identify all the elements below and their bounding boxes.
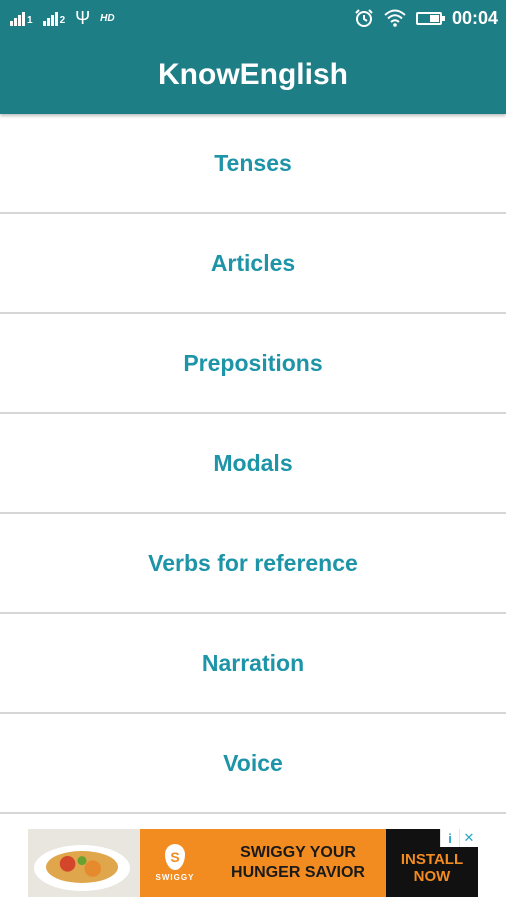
ad-info-icon[interactable]: i — [440, 829, 459, 847]
sim2-label: 2 — [59, 15, 66, 26]
menu-item-modals[interactable]: Modals — [0, 414, 506, 514]
battery-icon — [415, 11, 445, 25]
swiggy-logo: S SWIGGY — [140, 844, 210, 882]
app-title: KnowEnglish — [158, 58, 348, 91]
cta-line1: INSTALL — [400, 851, 464, 868]
status-right: 00:04 — [354, 8, 498, 29]
menu-item-tenses[interactable]: Tenses — [0, 114, 506, 214]
sim1-label: 1 — [27, 15, 33, 26]
menu-item-label: Narration — [201, 649, 305, 676]
ad-tagline: SWIGGY YOUR HUNGER SAVIOR — [210, 843, 386, 883]
hd-label: HD — [100, 12, 115, 24]
wifi-icon — [384, 9, 406, 27]
ad-tagline-line1: SWIGGY YOUR — [240, 844, 356, 861]
status-bar: 1 2 Ψ HD 00:04 — [0, 0, 506, 36]
ad-brand: SWIGGY — [155, 873, 195, 882]
app-bar: KnowEnglish — [0, 36, 506, 114]
menu-item-label: Tenses — [214, 149, 292, 176]
ad-close-icon[interactable]: ✕ — [459, 829, 478, 847]
menu-item-label: Verbs for reference — [148, 549, 358, 576]
menu-item-articles[interactable]: Articles — [0, 214, 506, 314]
menu-item-narration[interactable]: Narration — [0, 614, 506, 714]
swiggy-pin-icon: S — [165, 844, 185, 870]
signal-icon-sim2: 2 — [42, 10, 66, 26]
ad-food-image — [28, 829, 140, 897]
status-left: 1 2 Ψ HD — [10, 9, 115, 27]
menu-item-verbs-for-reference[interactable]: Verbs for reference — [0, 514, 506, 614]
alarm-icon — [355, 9, 373, 27]
menu-item-label: Modals — [213, 449, 293, 476]
install-now-button[interactable]: INSTALL NOW — [401, 851, 463, 885]
ad-tagline-line2: HUNGER SAVIOR — [231, 864, 365, 881]
menu-item-voice[interactable]: Voice — [0, 714, 506, 814]
menu-item-label: Prepositions — [183, 349, 323, 376]
ad-banner[interactable]: S SWIGGY SWIGGY YOUR HUNGER SAVIOR INSTA… — [28, 829, 478, 897]
ad-cta[interactable]: INSTALL NOW i ✕ — [386, 829, 478, 897]
menu-item-label: Articles — [210, 249, 296, 276]
status-time: 00:04 — [451, 7, 498, 28]
topic-menu: Tenses Articles Prepositions Modals Verb… — [0, 114, 506, 814]
ad-controls: i ✕ — [440, 829, 478, 847]
ad-middle: S SWIGGY SWIGGY YOUR HUNGER SAVIOR — [140, 829, 386, 897]
menu-item-label: Voice — [223, 749, 283, 776]
cta-line2: NOW — [413, 868, 451, 885]
menu-item-prepositions[interactable]: Prepositions — [0, 314, 506, 414]
usb-icon: Ψ — [75, 8, 91, 28]
signal-icon: 1 — [10, 10, 33, 26]
